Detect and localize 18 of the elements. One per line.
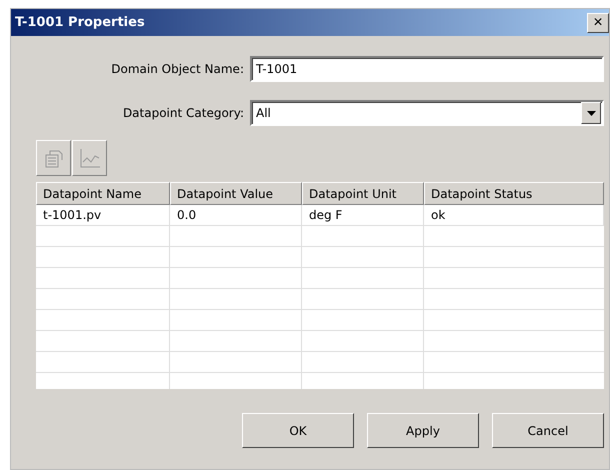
table-cell: deg F [302,205,424,226]
table-cell: ok [424,205,604,226]
name-input-field[interactable]: T-1001 [250,56,604,82]
category-dropdown[interactable]: All [250,100,604,126]
table-cell: 0.0 [170,205,302,226]
field-label: Datapoint Category: [122,106,245,120]
dialog-button[interactable]: OK [242,413,354,448]
column-header[interactable]: Datapoint Value [170,182,302,205]
column-header[interactable]: Datapoint Status [424,182,604,205]
dialog-button[interactable]: Apply [367,413,479,448]
chart-icon [78,147,100,169]
field-label: Domain Object Name: [110,62,245,76]
dialog-button[interactable]: Cancel [492,413,604,448]
column-header[interactable]: Datapoint Name [36,182,170,205]
table-cell: t-1001.pv [36,205,170,226]
close-button[interactable]: × [587,12,609,32]
window-title: T-1001 Properties [15,15,145,30]
column-header[interactable]: Datapoint Unit [302,182,424,205]
